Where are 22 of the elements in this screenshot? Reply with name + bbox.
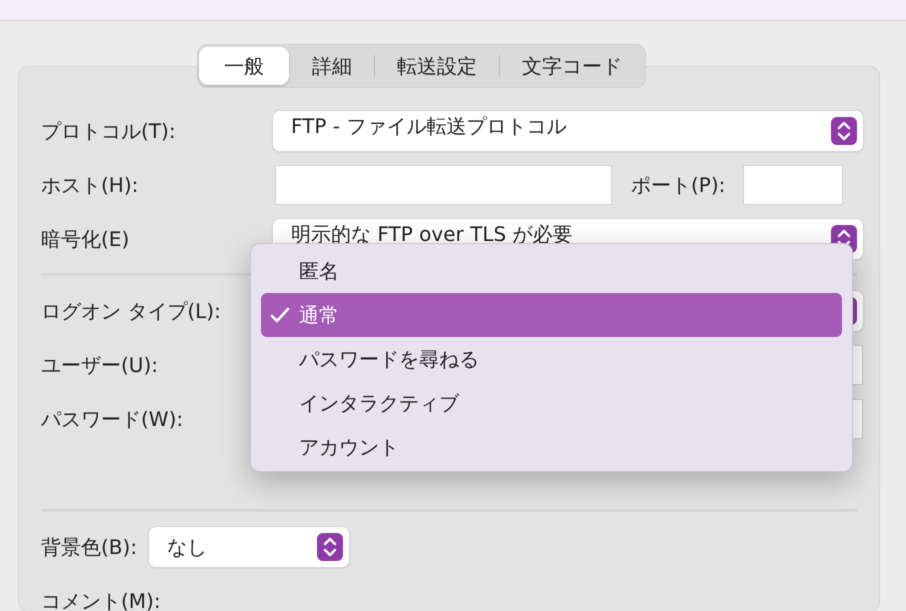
tab[interactable]: 一般 xyxy=(199,47,289,85)
menu-item[interactable]: パスワードを尋ねる xyxy=(261,337,842,381)
menu-item[interactable]: インタラクティブ xyxy=(261,381,842,425)
field-label: プロトコル(T): xyxy=(41,118,177,144)
field-label: 暗号化(E) xyxy=(41,226,130,252)
field-label: ホスト(H): xyxy=(41,172,140,198)
field-label: ポート(P): xyxy=(631,172,726,198)
tab[interactable]: 転送設定 xyxy=(375,47,499,85)
menu-item[interactable]: アカウント xyxy=(261,425,842,469)
field-label: パスワード(W): xyxy=(41,406,184,432)
host-field[interactable] xyxy=(275,165,612,205)
tab[interactable]: 詳細 xyxy=(290,47,374,85)
field-label: ユーザー(U): xyxy=(41,352,159,378)
field-label: 背景色(B): xyxy=(41,534,138,560)
menu-item[interactable]: 通常 xyxy=(261,293,842,337)
port-field[interactable] xyxy=(743,165,844,205)
checkmark-icon xyxy=(269,306,291,324)
field-label: コメント(M): xyxy=(41,588,162,611)
select-field[interactable]: なし xyxy=(149,527,350,567)
select-field[interactable]: FTP - ファイル転送プロトコル xyxy=(273,111,863,151)
tab[interactable]: 文字コード xyxy=(500,47,644,85)
field-label: ログオン タイプ(L): xyxy=(41,298,222,324)
